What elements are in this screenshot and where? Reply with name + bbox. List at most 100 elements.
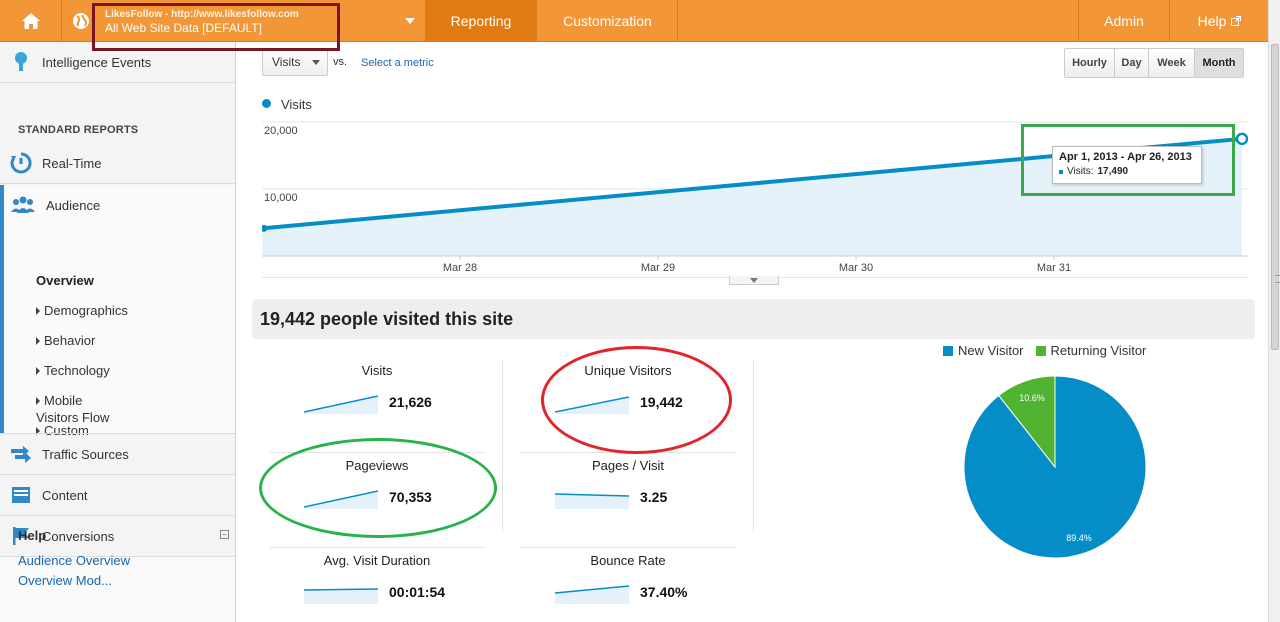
sidebar-item-content[interactable]: Content <box>0 475 235 516</box>
legend-label: Returning Visitor <box>1050 343 1147 358</box>
metric-value: 37.40% <box>640 584 688 600</box>
pie-label-returning-visitor: 10.6% <box>1019 393 1045 403</box>
metric-value: 00:01:54 <box>389 584 446 600</box>
sidebar-item-label: Content <box>42 487 88 503</box>
expand-arrow-icon <box>36 366 40 375</box>
legend-label: New Visitor <box>958 343 1024 358</box>
tab-admin[interactable]: Admin <box>1078 0 1170 42</box>
chevron-down-icon <box>312 59 321 65</box>
range-button-hourly[interactable]: Hourly <box>1065 49 1115 77</box>
sparkline <box>304 395 378 414</box>
metric-value: 21,626 <box>389 394 432 410</box>
vs-label: vs. <box>333 56 348 68</box>
sidebar-item-overview[interactable]: Overview <box>36 273 94 288</box>
sparkline <box>304 588 378 604</box>
metric-dropdown-value: Visits <box>272 55 301 69</box>
help-label: Help <box>1197 13 1227 29</box>
metric-divider <box>502 361 503 531</box>
metric-value: 3.25 <box>640 489 668 505</box>
data-point-end <box>1235 132 1248 146</box>
x-tick-label: Mar 31 <box>1037 262 1071 274</box>
expand-arrow-icon <box>36 396 40 405</box>
sidebar-item-real-time[interactable]: Real-Time <box>0 143 235 184</box>
y-tick-label: 10,000 <box>264 192 298 204</box>
sidebar-item-visitors-flow[interactable]: Visitors Flow <box>36 410 109 425</box>
sidebar-item-label: Intelligence Events <box>42 54 152 70</box>
x-tick-label: Mar 28 <box>443 262 477 274</box>
home-button[interactable] <box>0 0 62 42</box>
pie-legend: New Visitor Returning Visitor <box>943 343 1146 358</box>
tooltip-value: 17,490 <box>1097 166 1129 177</box>
sidebar-item-label: Traffic Sources <box>42 446 129 462</box>
tab-reporting[interactable]: Reporting <box>425 0 537 42</box>
account-property-name: LikesFollow - http://www.likesfollow.com <box>105 9 299 20</box>
tooltip-date: Apr 1, 2013 - Apr 26, 2013 <box>1059 151 1192 163</box>
sidebar-item-mobile[interactable]: Mobile <box>36 393 82 408</box>
visits-legend-label: Visits <box>281 97 312 112</box>
metric-bounce-rate[interactable]: Bounce Rate 37.40% <box>503 553 753 622</box>
sidebar-item-technology[interactable]: Technology <box>36 363 110 378</box>
range-button-day[interactable]: Day <box>1115 49 1149 77</box>
help-link-audience-overview[interactable]: Audience Overview <box>18 553 130 568</box>
visitor-type-pie-chart[interactable]: 89.4% 10.6% <box>963 375 1147 559</box>
lightbulb-icon <box>15 52 27 71</box>
summary-headline: 19,442 people visited this site <box>252 299 1255 339</box>
content-page-icon <box>12 487 30 503</box>
metric-name: Visits <box>361 363 393 378</box>
account-dropdown-icon[interactable] <box>404 15 416 27</box>
sidebar-item-behavior[interactable]: Behavior <box>36 333 95 348</box>
x-tick-label: Mar 29 <box>641 262 675 274</box>
help-panel-title: Help <box>18 528 47 543</box>
legend-swatch <box>943 345 953 356</box>
x-tick-label: Mar 30 <box>839 262 873 274</box>
metric-divider <box>520 547 735 548</box>
metric-name: Bounce Rate <box>590 553 666 568</box>
legend-returning-visitor[interactable]: Returning Visitor <box>1035 343 1147 358</box>
audience-section: Audience Overview Demographics Behavior … <box>0 185 235 438</box>
range-button-week[interactable]: Week <box>1149 49 1195 77</box>
collapse-chart-button[interactable] <box>729 276 779 285</box>
sidebar-item-demographics[interactable]: Demographics <box>36 303 128 318</box>
metric-name: Avg. Visit Duration <box>323 553 431 568</box>
sidebar-item-audience[interactable]: Audience <box>0 185 235 225</box>
collapse-help-button[interactable]: − <box>220 530 229 539</box>
metric-name: Pages / Visit <box>591 458 665 473</box>
help-link[interactable]: Help <box>1171 0 1268 42</box>
expand-arrow-icon <box>36 336 40 345</box>
vertical-scrollbar[interactable] <box>1268 0 1280 622</box>
realtime-clock-icon <box>10 152 32 174</box>
metric-divider <box>753 361 754 531</box>
metric-divider <box>270 547 485 548</box>
chart-tooltip: Apr 1, 2013 - Apr 26, 2013 Visits: 17,49… <box>1052 146 1202 184</box>
sidebar-item-label: Audience <box>46 197 101 213</box>
legend-swatch <box>1035 345 1046 356</box>
standard-reports-heading: STANDARD REPORTS <box>18 124 139 136</box>
traffic-arrows-icon <box>11 446 31 463</box>
y-tick-label: 20,000 <box>264 125 298 137</box>
date-granularity-buttons: Hourly Day Week Month <box>1064 48 1244 78</box>
external-link-icon <box>1231 16 1242 26</box>
pageviews-highlight-oval <box>259 438 497 538</box>
metric-pages-per-visit[interactable]: Pages / Visit 3.25 <box>503 458 753 553</box>
tooltip-label: Visits: <box>1067 166 1094 177</box>
sparkline <box>555 585 629 604</box>
home-icon <box>21 13 40 29</box>
metric-avg-visit-duration[interactable]: Avg. Visit Duration 00:01:54 <box>252 553 502 622</box>
sidebar-item-label: Real-Time <box>42 155 102 171</box>
tab-customization[interactable]: Customization <box>538 0 678 42</box>
audience-people-icon <box>11 196 35 213</box>
sidebar-item-traffic-sources[interactable]: Traffic Sources <box>0 434 235 475</box>
tooltip-series-marker <box>1059 169 1063 174</box>
select-metric-link[interactable]: Select a metric <box>361 57 434 69</box>
metric-dropdown[interactable]: Visits <box>262 48 328 76</box>
range-button-month[interactable]: Month <box>1195 49 1243 77</box>
sidebar-item-label: Conversions <box>42 528 115 544</box>
account-view-name: All Web Site Data [DEFAULT] <box>105 21 262 35</box>
scrollbar-thumb[interactable] <box>1271 44 1280 350</box>
legend-new-visitor[interactable]: New Visitor <box>943 343 1024 358</box>
expand-arrow-icon <box>36 306 40 315</box>
help-link-overview[interactable]: Overview Mod... <box>18 573 112 588</box>
pie-label-new-visitor: 89.4% <box>1066 533 1092 543</box>
visits-legend-marker <box>262 99 271 108</box>
unique-visitors-highlight-oval <box>541 346 732 454</box>
